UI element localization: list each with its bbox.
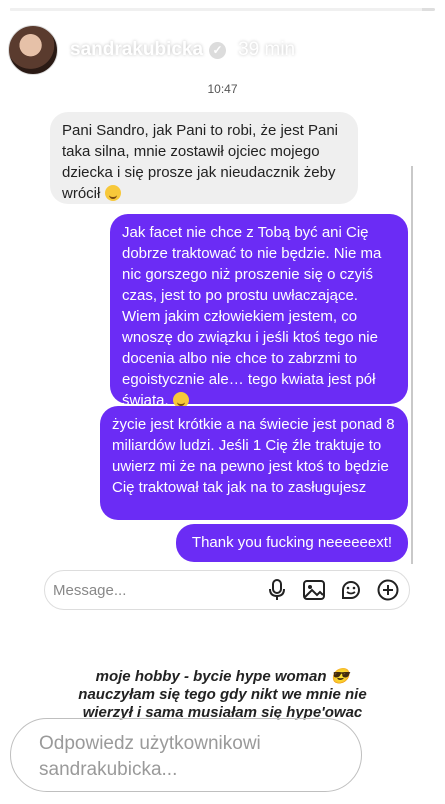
outgoing-message: Jak facet nie chce z Tobą być ani Cię do… xyxy=(110,214,408,409)
crying-face-icon xyxy=(104,185,121,201)
message-input[interactable] xyxy=(51,580,254,600)
story-caption: moje hobby - bycie hype woman 😎 nauczyła… xyxy=(0,668,445,722)
story-progress-fill xyxy=(10,8,423,11)
message-text: życie jest krótkie a na świecie jest pon… xyxy=(112,416,395,496)
image-icon xyxy=(302,580,325,600)
more-options-button[interactable] xyxy=(397,33,437,67)
dm-screenshot: 10:47 Pani Sandro, jak Pani to robi, że … xyxy=(0,78,445,610)
outgoing-message: Thank you fucking neeeeeext! xyxy=(176,524,408,562)
avatar[interactable] xyxy=(8,25,58,75)
scrollbar[interactable] xyxy=(411,166,413,564)
username[interactable]: sandrakubicka xyxy=(70,39,203,61)
story-progress-bar xyxy=(10,8,435,11)
message-text: Jak facet nie chce z Tobą być ani Cię do… xyxy=(122,224,382,409)
more-dots-icon xyxy=(401,46,433,54)
message-timestamp: 10:47 xyxy=(207,82,238,96)
message-text: Pani Sandro, jak Pani to robi, że jest P… xyxy=(62,122,338,202)
gallery-button[interactable] xyxy=(299,575,328,605)
microphone-icon xyxy=(268,579,285,600)
add-button[interactable] xyxy=(374,575,403,605)
caption-line: moje hobby - bycie hype woman 😎 xyxy=(95,668,350,685)
post-time: 39 min xyxy=(238,39,296,60)
story-header: sandrakubicka ✓ 39 min xyxy=(8,22,437,78)
microphone-button[interactable] xyxy=(262,575,291,605)
sticker-button[interactable] xyxy=(337,575,366,605)
message-composer xyxy=(44,570,410,610)
plus-circle-icon xyxy=(377,579,399,601)
heart-icon xyxy=(388,739,422,769)
sticker-icon xyxy=(342,581,361,599)
message-text: Thank you fucking neeeeeext! xyxy=(191,534,393,551)
play-button[interactable] xyxy=(349,33,383,67)
like-button[interactable] xyxy=(385,734,425,774)
outgoing-message: życie jest krótkie a na świecie jest pon… xyxy=(100,406,408,520)
verified-badge-icon: ✓ xyxy=(209,41,227,59)
reply-input[interactable]: Odpowiedz użytkownikowi sandrakubicka... xyxy=(10,718,362,792)
caption-line: nauczyłam się tego gdy nikt we mnie nie xyxy=(78,686,367,703)
incoming-message: Pani Sandro, jak Pani to robi, że jest P… xyxy=(50,112,358,204)
play-icon xyxy=(358,39,376,61)
